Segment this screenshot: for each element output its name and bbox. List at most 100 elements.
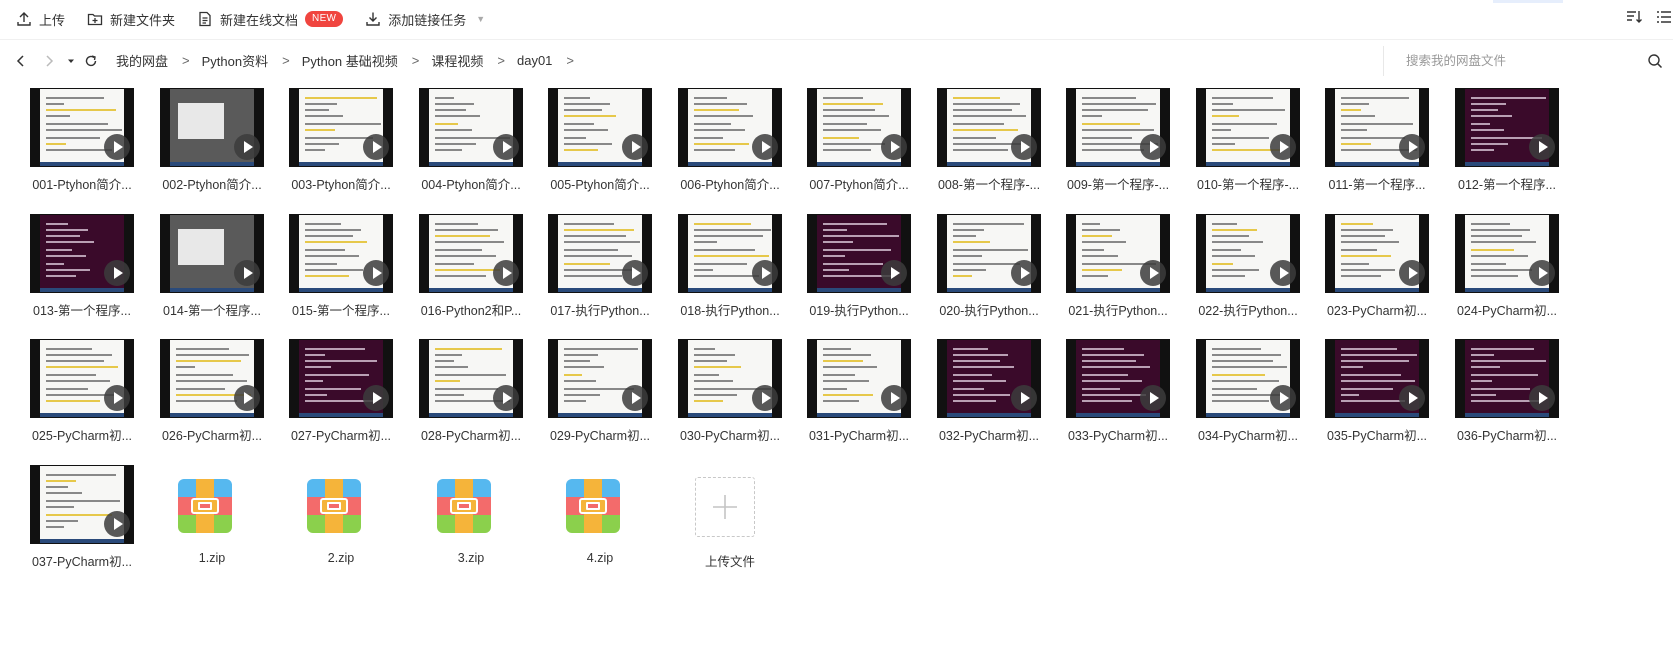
play-icon[interactable] [1529,385,1555,411]
video-file-item[interactable]: 031-PyCharm初... [807,339,945,459]
play-icon[interactable] [104,385,130,411]
video-thumbnail [807,214,911,293]
video-file-item[interactable]: 021-执行Python... [1066,214,1204,334]
video-file-item[interactable]: 019-执行Python... [807,214,945,334]
video-file-item[interactable]: 018-执行Python... [678,214,816,334]
video-file-item[interactable]: 020-执行Python... [937,214,1075,334]
video-file-item[interactable]: 002-Ptyhon简介... [160,88,298,208]
video-file-item[interactable]: 024-PyCharm初... [1455,214,1593,334]
video-file-item[interactable]: 034-PyCharm初... [1196,339,1334,459]
video-file-item[interactable]: 014-第一个程序... [160,214,298,334]
play-icon[interactable] [493,134,519,160]
upload-drop-box[interactable] [695,477,755,537]
video-file-item[interactable]: 029-PyCharm初... [548,339,686,459]
zip-file-item[interactable]: 2.zip [289,465,427,585]
play-icon[interactable] [1399,260,1425,286]
breadcrumb-item[interactable]: 我的网盘 [116,51,168,70]
video-file-item[interactable]: 001-Ptyhon简介... [30,88,168,208]
play-icon[interactable] [1011,385,1037,411]
video-file-item[interactable]: 015-第一个程序... [289,214,427,334]
thumbnail-text-line [305,354,325,356]
refresh-icon[interactable] [82,52,100,70]
play-icon[interactable] [752,385,778,411]
video-file-item[interactable]: 022-执行Python... [1196,214,1334,334]
play-icon[interactable] [493,260,519,286]
new-online-doc-button[interactable]: 新建在线文档 NEW [197,7,344,31]
chevron-right-icon[interactable] [40,52,58,70]
video-file-item[interactable]: 016-Python2和P... [419,214,557,334]
video-file-item[interactable]: 036-PyCharm初... [1455,339,1593,459]
video-file-item[interactable]: 010-第一个程序-... [1196,88,1334,208]
video-file-item[interactable]: 009-第一个程序-... [1066,88,1204,208]
sort-icon[interactable] [1625,8,1643,26]
video-file-item[interactable]: 023-PyCharm初... [1325,214,1463,334]
play-icon[interactable] [363,260,389,286]
video-file-item[interactable]: 026-PyCharm初... [160,339,298,459]
play-icon[interactable] [881,385,907,411]
video-file-item[interactable]: 007-Ptyhon简介... [807,88,945,208]
play-icon[interactable] [1270,134,1296,160]
play-icon[interactable] [1270,385,1296,411]
caret-down-icon[interactable] [62,52,80,70]
upload-file-tile[interactable]: 上传文件 [678,465,816,585]
breadcrumb-item[interactable]: Python 基础视频 [302,51,398,70]
video-file-item[interactable]: 035-PyCharm初... [1325,339,1463,459]
play-icon[interactable] [1399,134,1425,160]
play-icon[interactable] [881,260,907,286]
play-icon[interactable] [1399,385,1425,411]
chevron-left-icon[interactable] [12,52,30,70]
play-icon[interactable] [622,385,648,411]
play-icon[interactable] [881,134,907,160]
play-icon[interactable] [1140,260,1166,286]
zip-file-item[interactable]: 4.zip [548,465,686,585]
play-icon[interactable] [1529,260,1555,286]
play-icon[interactable] [622,134,648,160]
video-file-item[interactable]: 033-PyCharm初... [1066,339,1204,459]
video-file-item[interactable]: 006-Ptyhon简介... [678,88,816,208]
play-icon[interactable] [1011,260,1037,286]
play-icon[interactable] [622,260,648,286]
new-folder-button[interactable]: 新建文件夹 [87,7,175,31]
video-file-item[interactable]: 008-第一个程序-... [937,88,1075,208]
play-icon[interactable] [234,134,260,160]
video-file-item[interactable]: 032-PyCharm初... [937,339,1075,459]
play-icon[interactable] [1140,385,1166,411]
play-icon[interactable] [104,260,130,286]
video-file-item[interactable]: 005-Ptyhon简介... [548,88,686,208]
play-icon[interactable] [363,385,389,411]
breadcrumb-item-current[interactable]: day01 [517,53,552,68]
caret-down-icon[interactable]: ▼ [476,14,485,24]
breadcrumb-item[interactable]: 课程视频 [431,51,483,70]
play-icon[interactable] [234,385,260,411]
video-file-item[interactable]: 003-Ptyhon简介... [289,88,427,208]
list-view-icon[interactable] [1655,8,1673,26]
play-icon[interactable] [1270,260,1296,286]
video-file-item[interactable]: 017-执行Python... [548,214,686,334]
play-icon[interactable] [363,134,389,160]
video-file-item[interactable]: 028-PyCharm初... [419,339,557,459]
zip-file-item[interactable]: 1.zip [160,465,298,585]
video-file-item[interactable]: 011-第一个程序... [1325,88,1463,208]
video-file-item[interactable]: 004-Ptyhon简介... [419,88,557,208]
search-icon[interactable] [1647,53,1663,69]
play-icon[interactable] [1529,134,1555,160]
video-file-item[interactable]: 030-PyCharm初... [678,339,816,459]
video-file-item[interactable]: 013-第一个程序... [30,214,168,334]
play-icon[interactable] [1011,134,1037,160]
breadcrumb-item[interactable]: Python资料 [202,51,268,70]
video-file-item[interactable]: 037-PyCharm初... [30,465,168,585]
play-icon[interactable] [234,260,260,286]
add-link-task-button[interactable]: 添加链接任务 ▼ [365,7,485,31]
play-icon[interactable] [752,260,778,286]
play-icon[interactable] [752,134,778,160]
play-icon[interactable] [104,511,130,537]
play-icon[interactable] [493,385,519,411]
zip-file-item[interactable]: 3.zip [419,465,557,585]
video-file-item[interactable]: 027-PyCharm初... [289,339,427,459]
upload-button[interactable]: 上传 [16,7,65,31]
play-icon[interactable] [104,134,130,160]
play-icon[interactable] [1140,134,1166,160]
search-input[interactable] [1406,54,1636,68]
video-file-item[interactable]: 012-第一个程序... [1455,88,1593,208]
video-file-item[interactable]: 025-PyCharm初... [30,339,168,459]
